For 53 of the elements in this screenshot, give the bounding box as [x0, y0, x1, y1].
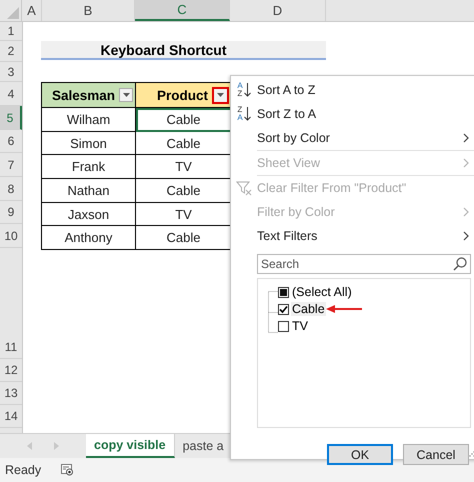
- chevron-right-icon: [463, 133, 469, 143]
- table-cell: Jaxson: [42, 202, 136, 226]
- menu-item[interactable]: Text Filters: [231, 224, 474, 248]
- filter-dropdown-button[interactable]: [119, 88, 133, 102]
- column-header[interactable]: C: [135, 0, 230, 21]
- search-field[interactable]: Search: [257, 254, 471, 274]
- chevron-right-icon: [463, 207, 469, 217]
- row-header[interactable]: 7: [0, 153, 22, 177]
- clear-filter-icon: [236, 180, 252, 196]
- row-header[interactable]: 11: [0, 336, 22, 359]
- table-cell: Simon: [42, 132, 136, 154]
- value-label[interactable]: TV: [291, 319, 309, 333]
- checkbox[interactable]: [278, 286, 289, 298]
- resize-grip-icon[interactable]: [469, 451, 474, 457]
- header-label: Product: [156, 88, 208, 102]
- row-header[interactable]: 1: [0, 22, 22, 41]
- menu-item[interactable]: Z A Sort Z to A: [231, 102, 474, 126]
- search-icon: [453, 257, 467, 271]
- table-cell: Anthony: [42, 226, 136, 250]
- row-header[interactable]: 12: [0, 359, 22, 382]
- table-cell: Wilham: [42, 108, 136, 132]
- table-cell: Cable: [136, 108, 232, 132]
- row-header[interactable]: 2: [0, 41, 22, 62]
- row-header[interactable]: 8: [0, 177, 22, 201]
- dialog-button[interactable]: OK: [327, 444, 393, 465]
- chevron-right-icon: [463, 231, 469, 241]
- filter-dropdown-button[interactable]: [212, 86, 229, 104]
- row-header[interactable]: 10: [0, 224, 22, 248]
- column-header[interactable]: A: [22, 0, 42, 21]
- sheet-tab[interactable]: copy visible: [86, 434, 175, 458]
- menu-item[interactable]: A Z Sort A to Z: [231, 78, 474, 102]
- table-cell: Nathan: [42, 178, 136, 202]
- row-header[interactable]: 9: [0, 201, 22, 224]
- row-header[interactable]: 6: [0, 130, 22, 153]
- column-header[interactable]: D: [230, 0, 326, 21]
- row-header[interactable]: 5: [0, 106, 22, 130]
- dropdown-arrow-icon: [122, 93, 130, 97]
- checkbox[interactable]: [278, 304, 289, 314]
- macro-record-icon[interactable]: [61, 464, 74, 476]
- value-label[interactable]: Cable: [291, 302, 326, 316]
- sheet-title: Keyboard Shortcut: [41, 41, 326, 60]
- header-label: Salesman: [52, 88, 115, 102]
- row-header[interactable]: 14: [0, 405, 22, 428]
- row-header[interactable]: 3: [0, 62, 22, 82]
- checkbox[interactable]: [278, 320, 289, 332]
- value-label[interactable]: (Select All): [291, 285, 353, 299]
- status-text: Ready: [5, 463, 42, 477]
- chevron-right-icon: [463, 158, 469, 168]
- dialog-button[interactable]: Cancel: [403, 444, 469, 465]
- dropdown-arrow-icon: [217, 93, 224, 97]
- table-cell: Frank: [42, 154, 136, 178]
- menu-item[interactable]: Sort by Color: [257, 126, 474, 151]
- row-header[interactable]: 13: [0, 382, 22, 405]
